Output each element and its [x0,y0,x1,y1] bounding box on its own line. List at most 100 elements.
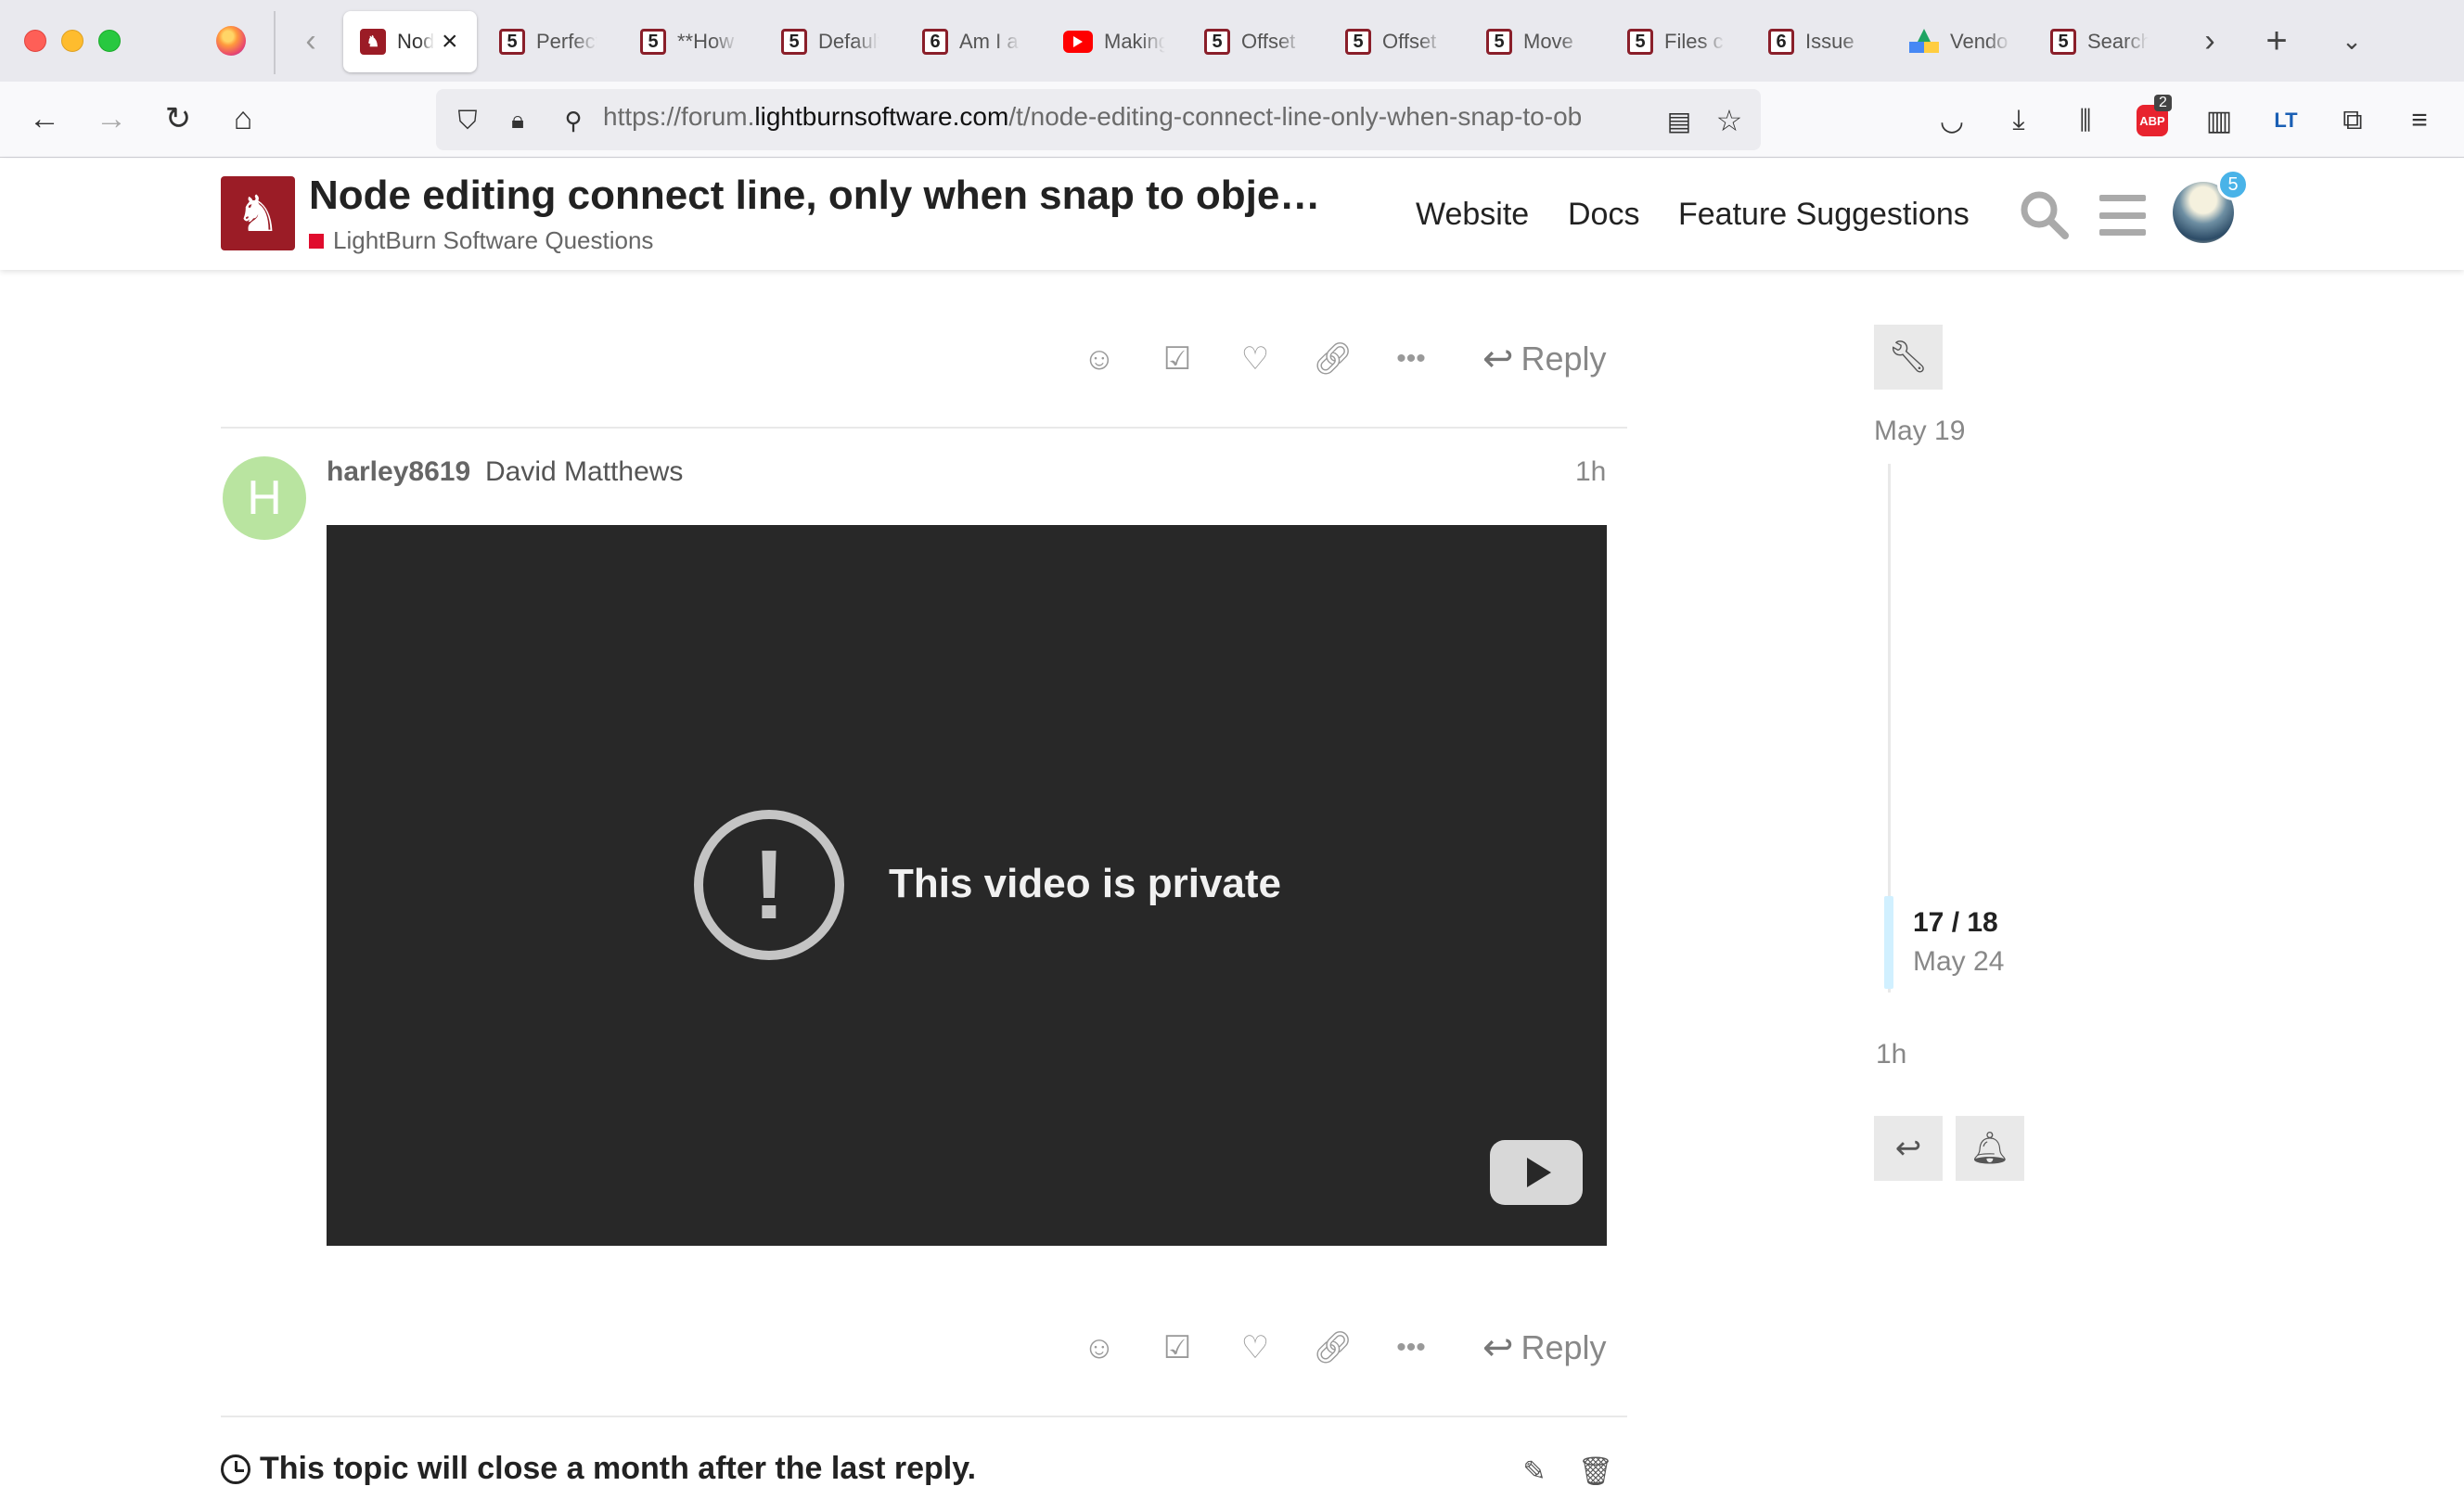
languagetool-icon[interactable]: LT [2264,98,2308,143]
post-divider [221,1416,1627,1417]
tab[interactable]: 5 Default [764,11,900,72]
url-text[interactable]: https://forum.lightburnsoftware.com/t/no… [603,102,1648,132]
list-all-tabs-icon[interactable]: ⌄ [2331,20,2372,61]
tab[interactable]: 5 Move [1469,11,1605,72]
topic-close-notice: This topic will close a month after the … [221,1451,976,1487]
discourse-6-icon: 6 [1768,29,1794,55]
more-actions-icon[interactable]: ••• [1388,336,1434,382]
header-link-feature-suggestions[interactable]: Feature Suggestions [1678,197,1970,233]
bookmark-star-icon[interactable]: ☆ [1707,98,1752,143]
search-icon[interactable] [2019,189,2071,241]
clock-icon [221,1454,250,1484]
solution-checkbox-icon[interactable]: ☑ [1154,336,1200,382]
discourse-5-icon: 5 [1486,29,1512,55]
scroll-tabs-right-icon[interactable]: › [2189,20,2230,61]
discourse-5-icon: 5 [1204,29,1230,55]
lock-icon[interactable]: 🔒︎ [495,98,540,143]
youtube-play-icon[interactable] [1490,1140,1583,1205]
copy-link-icon[interactable]: 🔗︎ [1310,336,1356,382]
admin-wrench-icon[interactable]: 🔧︎ [1874,325,1943,390]
firefox-view-icon[interactable] [216,26,246,56]
tab[interactable]: 6 Am I a [905,11,1041,72]
hamburger-menu-icon[interactable] [2099,195,2146,236]
edit-pencil-icon[interactable]: ✎ [1516,1453,1553,1490]
home-icon[interactable]: ⌂ [221,96,265,141]
reload-icon[interactable]: ↻ [156,96,200,141]
reply-arrow-icon: ↩ [1482,1327,1514,1368]
timeline-end-label[interactable]: 1h [1876,1039,1906,1070]
more-actions-icon[interactable]: ••• [1388,1325,1434,1371]
post-divider [221,427,1627,429]
tab-label: Node editing connect line [397,30,434,53]
react-icon[interactable]: ☺ [1076,1325,1123,1371]
back-icon[interactable]: ← [22,96,67,141]
browser-tab-strip: ‹ ♞ Node editing connect line × 5 Perfec… [0,0,2464,82]
tab[interactable]: 5 Offset [1187,11,1323,72]
tab[interactable]: 5 Search [2034,11,2169,72]
header-link-docs[interactable]: Docs [1568,197,1639,233]
notification-bell-icon[interactable]: 🔔︎ [1956,1116,2024,1181]
reply-button[interactable]: ↩ Reply [1482,1325,1607,1371]
tab-active[interactable]: ♞ Node editing connect line × [343,11,477,72]
previous-post-actions: ☺ ☑ ♡ 🔗︎ ••• ↩ Reply [1076,336,1614,382]
poster-username[interactable]: harley8619 [327,456,470,488]
timeline-reply-icon[interactable]: ↩ [1874,1116,1943,1181]
library-icon[interactable]: ⫼ [2063,98,2108,143]
tab[interactable]: 5 Files c [1611,11,1746,72]
discourse-6-icon: 6 [922,29,948,55]
window-close-button[interactable] [24,30,46,52]
discourse-5-icon: 5 [499,29,525,55]
tab-strip-separator [274,11,276,74]
like-heart-icon[interactable]: ♡ [1232,336,1278,382]
category-label: LightBurn Software Questions [333,226,654,254]
alert-exclamation-icon: ! [694,810,844,960]
tab[interactable]: 6 Issue [1752,11,1887,72]
adblock-badge: 2 [2154,95,2172,111]
tab[interactable]: Making [1046,11,1182,72]
tab[interactable]: 5 Perfect [482,11,618,72]
app-menu-icon[interactable]: ≡ [2397,98,2442,143]
like-heart-icon[interactable]: ♡ [1232,1325,1278,1371]
tab[interactable]: Vendo [1893,11,2028,72]
google-drive-icon [1909,29,1939,55]
copy-link-icon[interactable]: 🔗︎ [1310,1325,1356,1371]
tracking-protection-shield-icon[interactable]: ⛉ [445,98,490,143]
post-age[interactable]: 1h [1575,456,1606,488]
forward-icon[interactable]: → [89,96,134,141]
discourse-5-icon: 5 [781,29,807,55]
tab[interactable]: 5 Offset [1328,11,1464,72]
reader-view-icon[interactable]: ▤ [1657,98,1701,143]
discourse-5-icon: 5 [2050,29,2076,55]
permissions-icon[interactable]: ⚲ [551,98,596,143]
topic-title[interactable]: Node editing connect line, only when sna… [309,173,1320,219]
timeline-position-date: May 24 [1913,946,2005,977]
notification-badge[interactable]: 5 [2217,169,2249,200]
extensions-icon[interactable]: ⧉ [2330,98,2375,143]
adblock-plus-icon[interactable]: ABP 2 [2130,95,2175,143]
scroll-tabs-left-icon[interactable]: ‹ [290,20,331,61]
pocket-icon[interactable]: ◡ [1930,98,1974,143]
trash-icon[interactable]: 🗑︎ [1577,1453,1614,1490]
react-icon[interactable]: ☺ [1076,336,1123,382]
close-tab-icon[interactable]: × [442,26,458,58]
poster-avatar[interactable]: H [223,456,306,540]
timeline-start-date[interactable]: May 19 [1874,416,1965,447]
timeline-position: 17 / 18 [1913,907,1998,938]
reply-arrow-icon: ↩ [1482,339,1514,379]
reply-button[interactable]: ↩ Reply [1482,336,1607,382]
lightburn-logo[interactable]: ♞ [221,176,295,250]
window-minimize-button[interactable] [61,30,83,52]
extension-grid-icon[interactable]: ▥ [2197,98,2241,143]
solution-checkbox-icon[interactable]: ☑ [1154,1325,1200,1371]
downloads-icon[interactable]: ⤓ [1996,98,2041,143]
youtube-embed[interactable]: ! This video is private [327,525,1607,1246]
tab[interactable]: 5 **How [623,11,759,72]
header-link-website[interactable]: Website [1416,197,1529,233]
lightburn-icon: ♞ [360,29,386,55]
new-tab-icon[interactable]: + [2256,20,2297,61]
window-zoom-button[interactable] [98,30,121,52]
timeline-scroll-handle[interactable] [1884,896,1893,989]
category-color-square [309,233,324,249]
category-badge[interactable]: LightBurn Software Questions [309,226,653,255]
poster-full-name[interactable]: David Matthews [485,456,683,488]
